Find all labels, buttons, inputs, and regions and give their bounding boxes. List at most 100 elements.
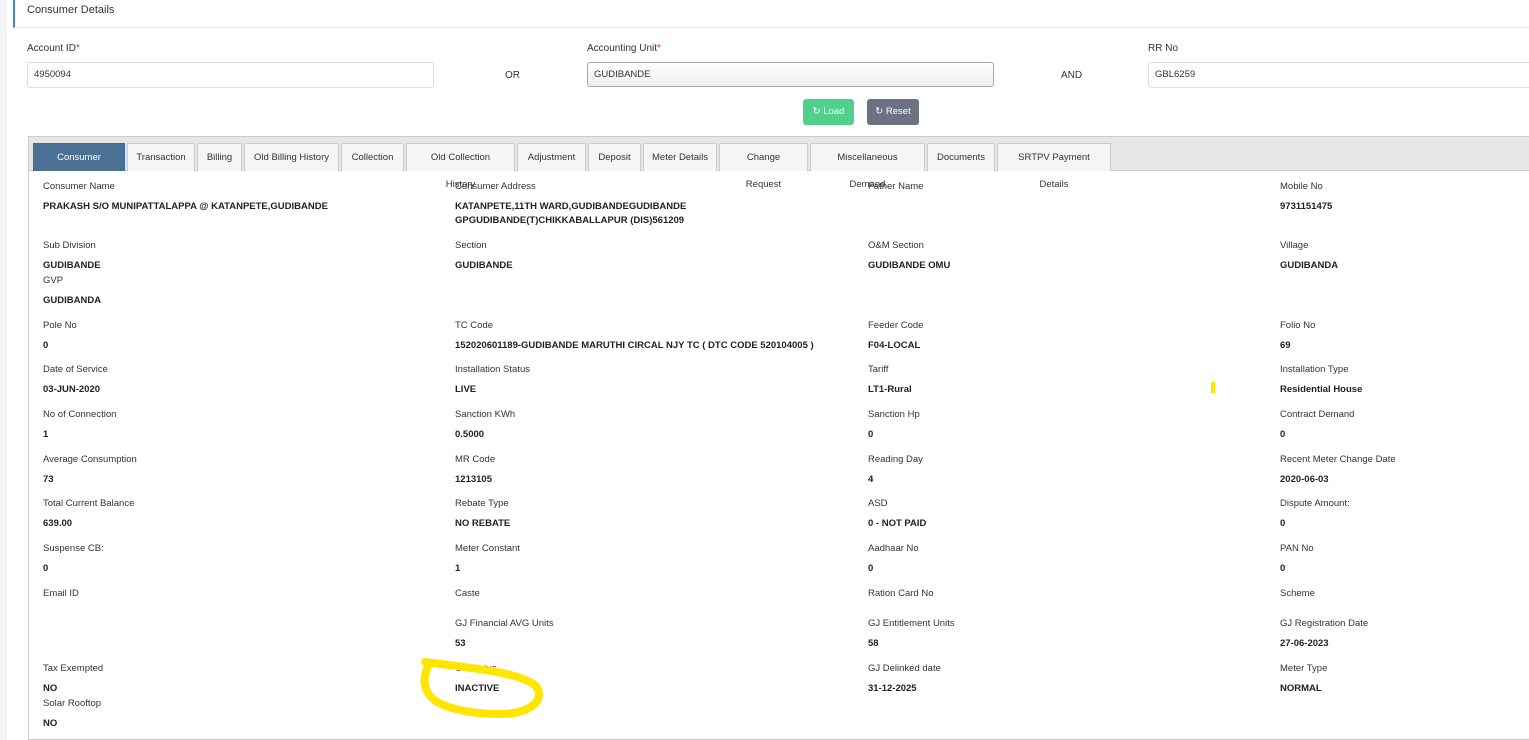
solar-rooftop-value: NO bbox=[43, 718, 58, 729]
dispute-amount-value: 0 bbox=[1280, 518, 1286, 529]
dispute-amount-label: Dispute Amount: bbox=[1280, 498, 1350, 509]
installation-type-value: Residential House bbox=[1280, 384, 1363, 395]
section-value: GUDIBANDE bbox=[455, 260, 513, 271]
asd-value: 0 - NOT PAID bbox=[868, 518, 927, 529]
gj-registration-date-label: GJ Registration Date bbox=[1280, 618, 1369, 629]
caste-label: Caste bbox=[455, 588, 480, 599]
father-name-label: Father Name bbox=[868, 181, 924, 192]
consumer-name-label: Consumer Name bbox=[43, 181, 115, 192]
tab-billing[interactable]: Billing bbox=[197, 143, 242, 171]
recent-meter-change-date-label: Recent Meter Change Date bbox=[1280, 454, 1396, 465]
accounting-unit-label: Accounting Unit* bbox=[587, 43, 661, 54]
sanction-kwh-value: 0.5000 bbox=[455, 429, 485, 440]
average-consumption-label: Average Consumption bbox=[43, 454, 137, 465]
tab-meter-details[interactable]: Meter Details bbox=[643, 143, 717, 171]
sub-division-label: Sub Division bbox=[43, 240, 96, 251]
tariff-value: LT1-Rural bbox=[868, 384, 912, 395]
meter-constant-label: Meter Constant bbox=[455, 543, 520, 554]
accounting-unit-select[interactable]: GUDIBANDE bbox=[587, 62, 994, 87]
o-m-section-value: GUDIBANDE OMU bbox=[868, 260, 951, 271]
gj-financial-avg-units-value: 53 bbox=[455, 638, 466, 649]
gj-delinked-date-label: GJ Delinked date bbox=[868, 663, 941, 674]
or-label: OR bbox=[505, 70, 520, 81]
account-id-label: Account ID* bbox=[27, 43, 80, 54]
page-title: Consumer Details bbox=[27, 4, 115, 16]
spinner-icon: ↻ bbox=[812, 106, 824, 117]
gvp-label: GVP bbox=[43, 275, 64, 286]
left-sidebar-strip bbox=[0, 0, 7, 740]
installation-status-value: LIVE bbox=[455, 384, 477, 395]
tab-deposit[interactable]: Deposit bbox=[588, 143, 641, 171]
meter-type-value: NORMAL bbox=[1280, 683, 1322, 694]
meter-type-label: Meter Type bbox=[1280, 663, 1328, 674]
suspense-cb-label: Suspense CB: bbox=[43, 543, 104, 554]
village-value: GUDIBANDA bbox=[1280, 260, 1339, 271]
gj-status-value: INACTIVE bbox=[455, 683, 500, 694]
tab-collection[interactable]: Collection bbox=[341, 143, 404, 171]
contract-demand-value: 0 bbox=[1280, 429, 1286, 440]
pole-no-value: 0 bbox=[43, 340, 49, 351]
tab-srtpv-payment-details[interactable]: SRTPV Payment Details bbox=[997, 143, 1111, 190]
gvp-value: GUDIBANDA bbox=[43, 295, 102, 306]
total-current-balance-value: 639.00 bbox=[43, 518, 73, 529]
tab-bar: Consumer Details Transaction Billing Old Bi… bbox=[29, 137, 1529, 190]
gj-financial-avg-units-label: GJ Financial AVG Units bbox=[455, 618, 554, 629]
rr-no-label: RR No bbox=[1148, 43, 1179, 54]
mobile-no-value: 9731151475 bbox=[1280, 201, 1333, 212]
aadhaar-no-label: Aadhaar No bbox=[868, 543, 919, 554]
tab-consumer-details[interactable]: Consumer Details bbox=[33, 143, 125, 190]
reading-day-value: 4 bbox=[868, 474, 874, 485]
tariff-label: Tariff bbox=[868, 364, 889, 375]
installation-type-label: Installation Type bbox=[1280, 364, 1349, 375]
reset-button[interactable]: ↻ Reset bbox=[867, 99, 919, 125]
sub-division-value: GUDIBANDE bbox=[43, 260, 101, 271]
reading-day-label: Reading Day bbox=[868, 454, 923, 465]
tab-miscellaneous-demand[interactable]: Miscellaneous Demand bbox=[810, 143, 925, 190]
email-id-label: Email ID bbox=[43, 588, 79, 599]
tab-adjustment[interactable]: Adjustment bbox=[517, 143, 586, 171]
gj-entitlement-units-label: GJ Entitlement Units bbox=[868, 618, 955, 629]
mr-code-value: 1213105 bbox=[455, 474, 492, 485]
asd-label: ASD bbox=[868, 498, 888, 509]
no-of-connection-value: 1 bbox=[43, 429, 49, 440]
solar-rooftop-label: Solar Rooftop bbox=[43, 698, 102, 709]
tax-exempted-value: NO bbox=[43, 683, 58, 694]
gj-delinked-date-value: 31-12-2025 bbox=[868, 683, 917, 694]
folio-no-value: 69 bbox=[1280, 340, 1291, 351]
tab-old-billing-history[interactable]: Old Billing History bbox=[244, 143, 339, 171]
gj-status-label: GJ Status bbox=[455, 663, 497, 674]
folio-no-label: Folio No bbox=[1280, 320, 1316, 331]
suspense-cb-value: 0 bbox=[43, 563, 49, 574]
sanction-hp-value: 0 bbox=[868, 429, 874, 440]
pan-no-value: 0 bbox=[1280, 563, 1286, 574]
rr-no-input[interactable]: GBL6259 bbox=[1148, 62, 1529, 88]
o-m-section-label: O&M Section bbox=[868, 240, 924, 251]
tab-documents[interactable]: Documents bbox=[927, 143, 995, 171]
feeder-code-label: Feeder Code bbox=[868, 320, 924, 331]
gj-entitlement-units-value: 58 bbox=[868, 638, 879, 649]
recent-meter-change-date-value: 2020-06-03 bbox=[1280, 474, 1329, 485]
tc-code-label: TC Code bbox=[455, 320, 494, 331]
tab-change-request[interactable]: Change Request bbox=[719, 143, 808, 190]
ration-card-no-label: Ration Card No bbox=[868, 588, 934, 599]
meter-constant-value: 1 bbox=[455, 563, 461, 574]
pole-no-label: Pole No bbox=[43, 320, 77, 331]
date-of-service-label: Date of Service bbox=[43, 364, 108, 375]
consumer-address-label: Consumer Address bbox=[455, 181, 536, 192]
consumer-name-value: PRAKASH S/O MUNIPATTALAPPA @ KATANPETE,G… bbox=[43, 201, 328, 212]
pan-no-label: PAN No bbox=[1280, 543, 1314, 554]
consumer-address-value: KATANPETE,11TH WARD,GUDIBANDEGUDIBANDE G… bbox=[455, 201, 687, 226]
page-header: Consumer Details bbox=[13, 0, 1529, 28]
tab-transaction[interactable]: Transaction bbox=[127, 143, 195, 171]
account-id-input[interactable]: 4950094 bbox=[27, 62, 434, 88]
load-button[interactable]: ↻ Load bbox=[803, 99, 854, 125]
mr-code-label: MR Code bbox=[455, 454, 496, 465]
average-consumption-value: 73 bbox=[43, 474, 54, 485]
and-label: AND bbox=[1061, 70, 1083, 81]
tab-old-collection-history[interactable]: Old Collection History bbox=[406, 143, 515, 190]
tax-exempted-label: Tax Exempted bbox=[43, 663, 104, 674]
refresh-icon: ↻ bbox=[875, 106, 886, 117]
feeder-code-value: F04-LOCAL bbox=[868, 340, 921, 351]
aadhaar-no-value: 0 bbox=[868, 563, 874, 574]
rebate-type-value: NO REBATE bbox=[455, 518, 511, 529]
